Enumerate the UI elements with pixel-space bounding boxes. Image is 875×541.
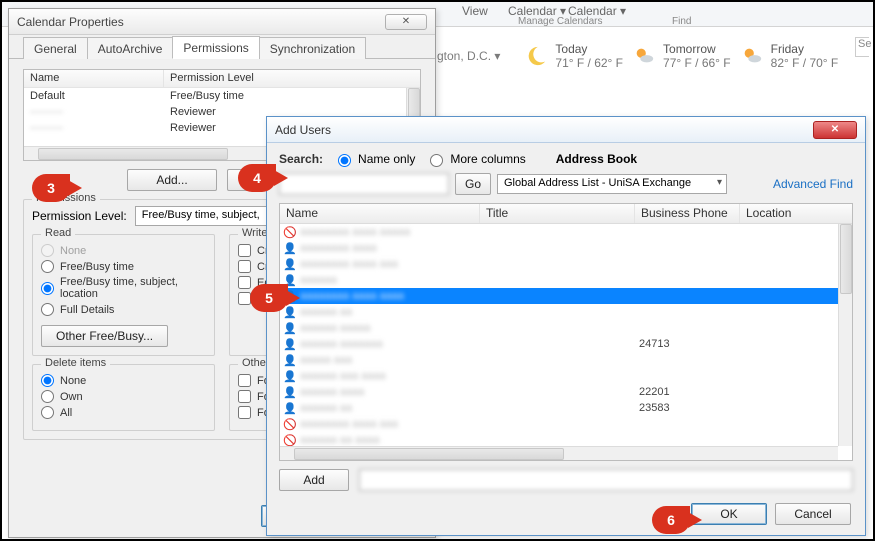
horizontal-scrollbar[interactable] bbox=[280, 446, 838, 460]
list-item[interactable]: 👤aaaaaa aa23583 bbox=[280, 400, 838, 416]
search-input[interactable] bbox=[279, 173, 449, 195]
callout-4: 4 bbox=[238, 164, 276, 192]
list-item-selected[interactable]: 👤aaaaaaaa aaaa aaaa bbox=[280, 288, 838, 304]
read-freebusy-subject-location-radio[interactable]: Free/Busy time, subject, location bbox=[41, 276, 206, 300]
ribbon-group-manage-calendars: Manage Calendars bbox=[518, 16, 603, 27]
blocked-user-icon: 🚫 bbox=[280, 434, 300, 447]
blocked-user-icon: 🚫 bbox=[280, 418, 300, 431]
ribbon-group-find: Find bbox=[672, 16, 691, 27]
list-item[interactable]: 🚫aaaaaa aa aaaa bbox=[280, 432, 838, 446]
list-item[interactable]: 🚫aaaaaaaa aaaa aaaaa bbox=[280, 224, 838, 240]
person-icon: 👤 bbox=[280, 402, 300, 415]
tab-autoarchive[interactable]: AutoArchive bbox=[87, 37, 174, 59]
list-item[interactable]: 👤aaaaa aaa bbox=[280, 352, 838, 368]
tabs: General AutoArchive Permissions Synchron… bbox=[9, 35, 435, 59]
search-box-partial[interactable]: Se bbox=[855, 37, 869, 57]
cancel-button[interactable]: Cancel bbox=[775, 503, 851, 525]
delete-own-radio[interactable]: Own bbox=[41, 390, 206, 403]
add-members-field[interactable] bbox=[359, 469, 853, 491]
address-book-label: Address Book bbox=[556, 152, 637, 166]
permission-level-label: Permission Level: bbox=[32, 209, 127, 223]
callout-6: 6 bbox=[652, 506, 690, 534]
list-item[interactable]: 👤aaaaaa aaaa22201 bbox=[280, 384, 838, 400]
list-item[interactable]: 👤aaaaaa aaaaaaa24713 bbox=[280, 336, 838, 352]
moon-icon bbox=[525, 45, 547, 67]
list-item[interactable]: 👤aaaaaaaa aaaa aaa bbox=[280, 256, 838, 272]
dialog-titlebar: Calendar Properties ✕ bbox=[9, 9, 435, 35]
read-label: Read bbox=[41, 227, 75, 239]
weather-today: Today71° F / 62° F bbox=[525, 42, 623, 70]
person-icon: 👤 bbox=[280, 370, 300, 383]
blocked-user-icon: 🚫 bbox=[280, 226, 300, 239]
delete-label: Delete items bbox=[41, 357, 110, 369]
close-button[interactable]: ✕ bbox=[385, 14, 427, 30]
go-button[interactable]: Go bbox=[455, 173, 491, 195]
close-button[interactable]: ✕ bbox=[813, 121, 857, 139]
col-business-phone[interactable]: Business Phone bbox=[635, 204, 740, 223]
col-name[interactable]: Name bbox=[280, 204, 480, 223]
results-list[interactable]: Name Title Business Phone Location 🚫aaaa… bbox=[279, 203, 853, 461]
col-permission-level[interactable]: Permission Level bbox=[164, 70, 420, 87]
list-item[interactable]: 👤aaaaaa aa bbox=[280, 304, 838, 320]
more-columns-radio[interactable]: More columns bbox=[425, 151, 525, 167]
tab-permissions[interactable]: Permissions bbox=[172, 36, 259, 59]
list-item[interactable]: 👤aaaaaa aaaaa bbox=[280, 320, 838, 336]
list-item[interactable]: 👤aaaaaaaa aaaa bbox=[280, 240, 838, 256]
sun-cloud-icon bbox=[633, 45, 655, 67]
add-users-dialog: Add Users ✕ Search: Name only More colum… bbox=[266, 116, 866, 536]
ok-button[interactable]: OK bbox=[691, 503, 767, 525]
advanced-find-link[interactable]: Advanced Find bbox=[773, 177, 853, 191]
col-location[interactable]: Location bbox=[740, 204, 852, 223]
person-icon: 👤 bbox=[280, 322, 300, 335]
vertical-scrollbar[interactable] bbox=[838, 224, 852, 446]
read-freebusy-radio[interactable]: Free/Busy time bbox=[41, 260, 206, 273]
sun-cloud-icon bbox=[741, 45, 763, 67]
person-icon: 👤 bbox=[280, 354, 300, 367]
dialog-title: Calendar Properties bbox=[17, 15, 124, 29]
col-title[interactable]: Title bbox=[480, 204, 635, 223]
list-item[interactable]: 👤aaaaaa aaa aaaa bbox=[280, 368, 838, 384]
delete-none-radio[interactable]: None bbox=[41, 374, 206, 387]
tab-general[interactable]: General bbox=[23, 37, 88, 59]
list-item[interactable]: Default Free/Busy time bbox=[24, 88, 420, 104]
callout-5: 5 bbox=[250, 284, 288, 312]
person-icon: 👤 bbox=[280, 242, 300, 255]
weather-tomorrow: Tomorrow77° F / 66° F bbox=[633, 42, 731, 70]
name-only-radio[interactable]: Name only bbox=[333, 151, 415, 167]
list-item[interactable]: 🚫aaaaaaaa aaaa aaa bbox=[280, 416, 838, 432]
person-icon: 👤 bbox=[280, 338, 300, 351]
list-item[interactable]: 👤aaaaaa bbox=[280, 272, 838, 288]
dialog-title: Add Users bbox=[275, 123, 331, 137]
other-freebusy-button[interactable]: Other Free/Busy... bbox=[41, 325, 168, 347]
person-icon: 👤 bbox=[280, 386, 300, 399]
add-button[interactable]: Add bbox=[279, 469, 349, 491]
search-label: Search: bbox=[279, 152, 323, 166]
location-dropdown[interactable]: gton, D.C. ▾ bbox=[437, 49, 515, 63]
tab-synchronization[interactable]: Synchronization bbox=[259, 37, 366, 59]
read-none-radio: None bbox=[41, 244, 206, 257]
callout-3: 3 bbox=[32, 174, 70, 202]
person-icon: 👤 bbox=[280, 258, 300, 271]
ribbon-view[interactable]: View bbox=[462, 4, 488, 18]
weather-bar: gton, D.C. ▾ Today71° F / 62° F Tomorrow… bbox=[437, 30, 873, 82]
add-button[interactable]: Add... bbox=[127, 169, 217, 191]
delete-all-radio[interactable]: All bbox=[41, 406, 206, 419]
col-name[interactable]: Name bbox=[24, 70, 164, 87]
address-book-dropdown[interactable]: Global Address List - UniSA Exchange bbox=[497, 174, 727, 194]
read-full-details-radio[interactable]: Full Details bbox=[41, 303, 206, 316]
weather-friday: Friday82° F / 70° F bbox=[741, 42, 839, 70]
dialog-titlebar: Add Users ✕ bbox=[267, 117, 865, 143]
